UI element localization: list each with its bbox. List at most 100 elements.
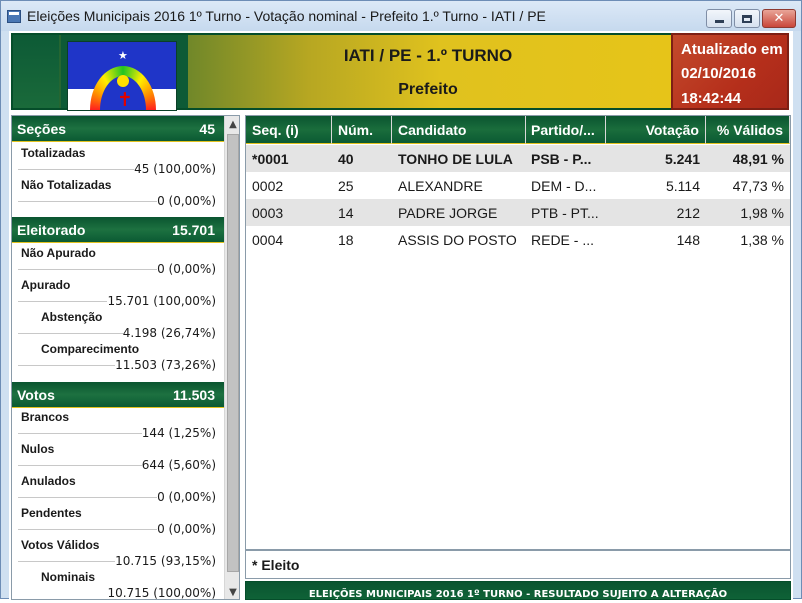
scroll-up-icon[interactable]: ▲: [225, 116, 239, 132]
cell-votacao: 212: [676, 205, 700, 221]
column-header-votacao[interactable]: Votação: [606, 116, 706, 144]
section-header-votos: Votos 11.503: [12, 382, 224, 408]
scroll-down-icon[interactable]: ▼: [225, 584, 239, 599]
cell-votacao: 148: [676, 232, 700, 248]
banner-left-strip: [13, 35, 59, 108]
cell-votacao: 5.241: [664, 151, 700, 167]
cell-partido: DEM - D...: [531, 178, 597, 194]
application-window: Eleições Municipais 2016 1º Turno - Vota…: [0, 0, 802, 600]
title-banner: ★ ✝ IATI / PE - 1.º TURNO Prefeito: [11, 33, 673, 111]
stat-label-nominais: Nominais: [41, 570, 96, 584]
cell-seq: 0003: [252, 205, 284, 221]
app-window-icon[interactable]: [7, 10, 21, 23]
column-header-label: Núm.: [338, 122, 373, 138]
stat-label-nao-totalizadas: Não Totalizadas: [21, 178, 112, 192]
column-header-candidato[interactable]: Candidato: [392, 116, 526, 144]
summary-scroll-area[interactable]: Seções 45 Totalizadas 45 (100,00%) Não T…: [12, 116, 224, 600]
column-header-label: % Válidos: [716, 122, 783, 138]
section-value: 45: [199, 121, 215, 137]
column-header-seq[interactable]: Seq. (i): [246, 116, 332, 144]
close-icon: ✕: [773, 11, 785, 26]
cell-validos: 47,73 %: [732, 178, 784, 194]
summary-scrollbar[interactable]: ▲ ▼: [224, 116, 239, 599]
table-row[interactable]: 0004 18 ASSIS DO POSTO REDE - ... 148 1,…: [246, 226, 790, 253]
stat-label-brancos: Brancos: [21, 410, 70, 424]
scrollbar-thumb[interactable]: [227, 134, 239, 572]
update-info-box: Atualizado em 02/10/2016 18:42:44: [671, 33, 789, 110]
stat-value-nao-totalizadas: 0 (0,00%): [157, 194, 216, 208]
cell-validos: 1,38 %: [740, 232, 784, 248]
section-value: 15.701: [172, 222, 215, 238]
table-row[interactable]: 0002 25 ALEXANDRE DEM - D... 5.114 47,73…: [246, 172, 790, 199]
title-bar[interactable]: Eleições Municipais 2016 1º Turno - Vota…: [1, 1, 801, 31]
column-header-num[interactable]: Núm.: [332, 116, 392, 144]
flag-cross-icon: ✝: [117, 89, 133, 111]
stat-value-abstencao: 4.198 (26,74%): [122, 326, 216, 340]
office-title: Prefeito: [398, 81, 458, 98]
cell-votacao: 5.114: [666, 178, 700, 194]
stat-value-nulos: 644 (5,60%): [141, 458, 216, 472]
minimize-button[interactable]: [706, 9, 732, 28]
elected-legend: * Eleito: [252, 557, 300, 573]
maximize-button[interactable]: [734, 9, 760, 28]
minimize-icon: [714, 20, 724, 23]
update-date: 02/10/2016: [681, 65, 757, 82]
stat-label-nao-apurado: Não Apurado: [21, 246, 96, 260]
cell-candidato: TONHO DE LULA: [398, 151, 513, 167]
stat-label-anulados: Anulados: [21, 474, 76, 488]
cell-partido: PTB - PT...: [531, 205, 599, 221]
pernambuco-flag-icon: ★ ✝: [67, 41, 177, 111]
results-table[interactable]: Seq. (i) Núm. Candidato Partido/... Vota…: [245, 115, 791, 554]
stat-label-nulos: Nulos: [21, 442, 55, 456]
stat-value-apurado: 15.701 (100,00%): [107, 294, 216, 308]
maximize-icon: [742, 14, 752, 23]
status-bar: ELEIÇÕES MUNICIPAIS 2016 1º TURNO - RESU…: [245, 581, 791, 600]
cell-partido: REDE - ...: [531, 232, 595, 248]
main-content: ★ ✝ IATI / PE - 1.º TURNO Prefeito Atual…: [9, 31, 793, 600]
table-row[interactable]: 0003 14 PADRE JORGE PTB - PT... 212 1,98…: [246, 199, 790, 226]
column-header-validos[interactable]: % Válidos: [706, 116, 790, 144]
column-header-label: Seq. (i): [252, 122, 299, 138]
stat-value-nominais: 10.715 (100,00%): [107, 586, 216, 600]
cell-candidato: PADRE JORGE: [398, 205, 498, 221]
window-title: Eleições Municipais 2016 1º Turno - Vota…: [27, 8, 546, 24]
stat-label-totalizadas: Totalizadas: [21, 146, 86, 160]
stat-label-comparecimento: Comparecimento: [41, 342, 140, 356]
table-row[interactable]: *0001 40 TONHO DE LULA PSB - P... 5.241 …: [246, 145, 790, 172]
summary-panel[interactable]: Seções 45 Totalizadas 45 (100,00%) Não T…: [11, 115, 240, 600]
stat-value-brancos: 144 (1,25%): [141, 426, 216, 440]
section-label: Votos: [17, 387, 55, 403]
flag-star-icon: ★: [118, 49, 128, 62]
update-time: 18:42:44: [681, 90, 742, 107]
cell-num: 40: [338, 151, 354, 167]
cell-seq: 0002: [252, 178, 284, 194]
stat-label-apurado: Apurado: [21, 278, 71, 292]
cell-validos: 48,91 %: [732, 151, 784, 167]
section-label: Eleitorado: [17, 222, 86, 238]
section-value: 11.503: [172, 387, 215, 403]
cell-num: 18: [338, 232, 354, 248]
cell-candidato: ALEXANDRE: [398, 178, 483, 194]
column-header-label: Partido/...: [531, 122, 595, 138]
status-text: ELEIÇÕES MUNICIPAIS 2016 1º TURNO - RESU…: [308, 589, 728, 600]
update-label: Atualizado em: [681, 41, 783, 58]
stat-value-comparecimento: 11.503 (73,26%): [115, 358, 216, 372]
cell-seq: 0004: [252, 232, 284, 248]
city-title: IATI / PE - 1.º TURNO: [343, 46, 513, 65]
column-header-label: Votação: [645, 122, 699, 138]
stat-value-pendentes: 0 (0,00%): [157, 522, 216, 536]
stat-value-votos-validos: 10.715 (93,15%): [115, 554, 216, 568]
close-button[interactable]: ✕: [762, 9, 796, 28]
column-header-partido[interactable]: Partido/...: [526, 116, 606, 144]
stat-label-votos-validos: Votos Válidos: [21, 538, 100, 552]
stat-value-totalizadas: 45 (100,00%): [134, 162, 216, 176]
stat-label-pendentes: Pendentes: [21, 506, 82, 520]
legend-box: * Eleito: [245, 549, 791, 579]
section-header-secoes: Seções 45: [12, 116, 224, 142]
cell-candidato: ASSIS DO POSTO: [398, 232, 517, 248]
stat-value-nao-apurado: 0 (0,00%): [157, 262, 216, 276]
column-header-label: Candidato: [398, 122, 467, 138]
cell-partido: PSB - P...: [531, 151, 592, 167]
flag-sun: [117, 75, 129, 87]
section-label: Seções: [17, 121, 67, 137]
